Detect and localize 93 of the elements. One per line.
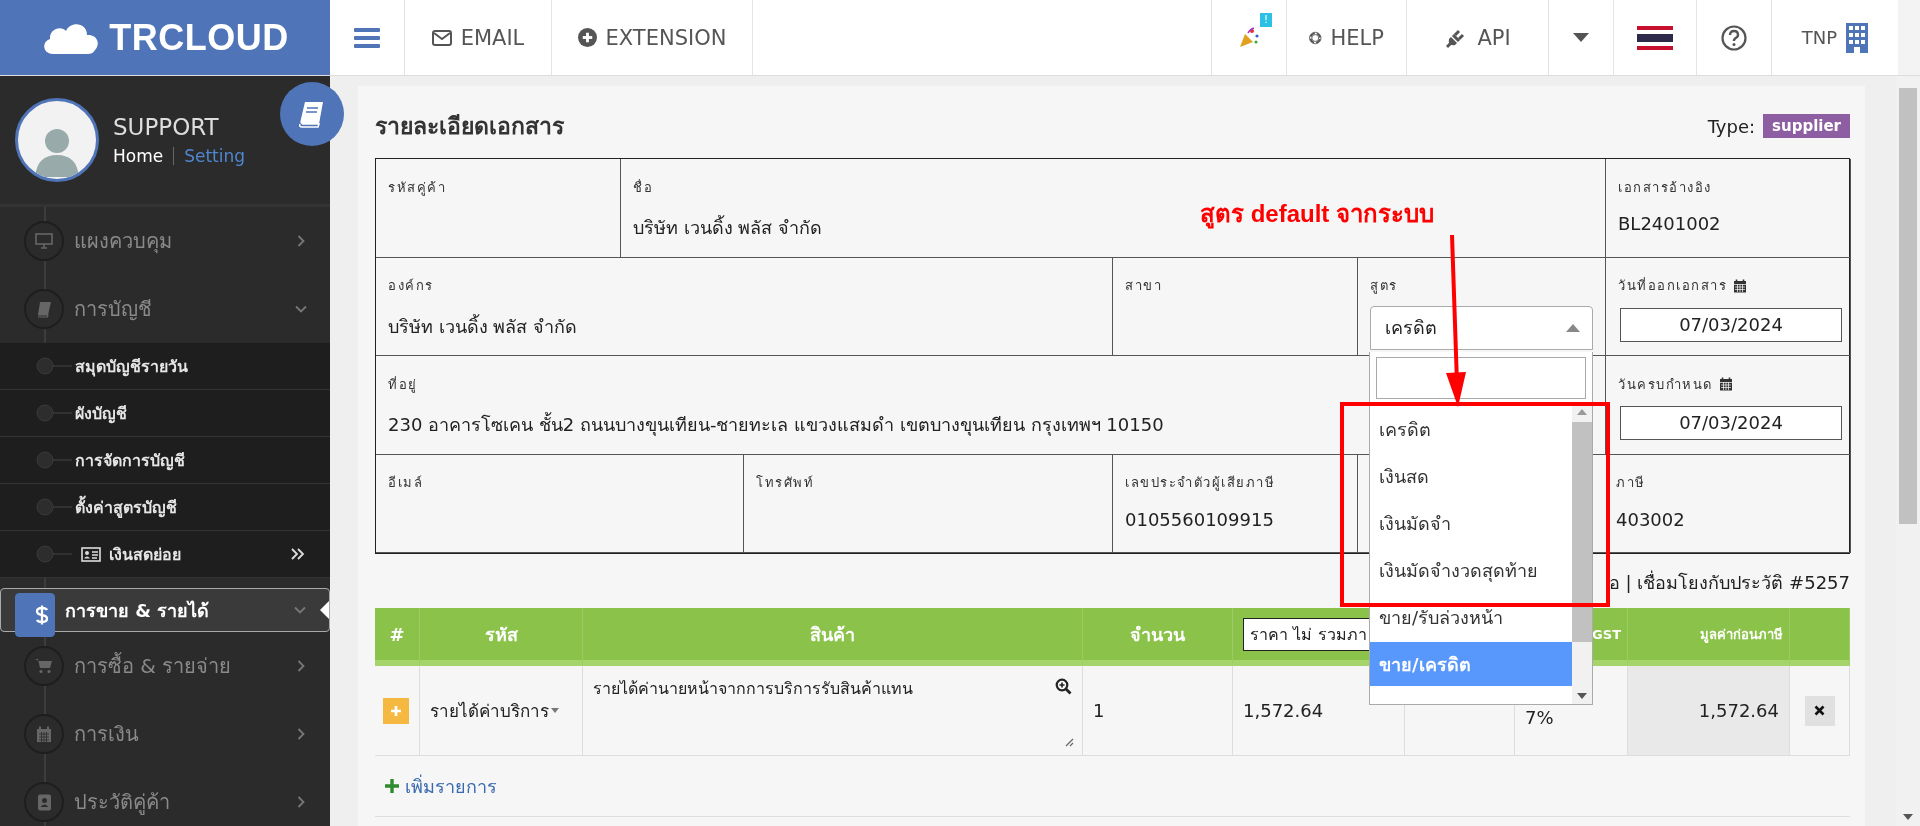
field-value: 0105560109915 [1125,508,1274,530]
history-link[interactable]: อ | เชื่อมโยงกับประวัติ #5257 [1608,568,1850,592]
field-label: ชื่อ [633,178,653,197]
date-field[interactable]: 07/03/2024 [1620,307,1842,342]
date-field[interactable]: 07/03/2024 [1620,406,1842,440]
profile-link[interactable]: Home [113,146,164,166]
field-label: โทรศัพท์ [756,474,814,492]
field-label: ที่อยู่ [388,375,418,395]
table-cell: 1 [1083,666,1233,756]
dropdown-option[interactable]: เงินมัดจำ [1370,501,1572,545]
scrollbar[interactable] [1898,0,1920,75]
building-icon [1846,22,1869,53]
field-value: 403002 [1616,508,1685,530]
type-label: Type: [1707,115,1756,137]
profile-link[interactable]: Setting [184,146,246,166]
submenu-item[interactable]: สมุดบัญชีรายวัน [0,343,330,390]
caret-icon [551,708,559,713]
dropdown-option[interactable]: เงินสด [1370,454,1572,498]
caret-icon [1566,323,1580,332]
submenu-item[interactable]: ตั้งค่าสูตรบัญชี [0,484,330,531]
field-label: อีเมล์ [388,474,423,492]
sidebar-item[interactable]: การเงิน [0,700,330,768]
dropdown-option[interactable]: เงินมัดจำงวดสุดท้าย [1370,548,1572,592]
table-cell: 1,572.64 [1628,666,1790,756]
field-value: บริษัท เวนดิ้ง พลัส จำกัด [388,313,578,339]
plus-circle-icon [577,28,597,47]
zoom-in-icon[interactable] [1055,678,1072,695]
plus-icon [385,779,399,793]
caret-icon [1903,814,1913,820]
scrollbar[interactable] [1572,404,1592,704]
field-label: วันครบกำหนด [1618,375,1713,394]
submenu-item[interactable]: การจัดการบัญชี [0,437,330,484]
column-header: รหัส [420,608,583,666]
sidebar-item[interactable]: การซื้อ & รายจ่าย [0,632,330,700]
flag-icon [1637,25,1673,50]
field-label: สาขา [1125,277,1162,295]
calendar-icon [1733,278,1747,293]
user-name: SUPPORT [113,114,220,140]
product-code-select[interactable]: รายได้ค่าบริการ [430,697,559,724]
field-value: บริษัท เวนดิ้ง พลัส จำกัด [633,214,823,240]
description-field[interactable]: รายได้ค่านายหน้าจากการบริการรับสินค้าแทน [593,676,913,701]
sidebar-item[interactable]: การบัญชี [0,275,330,343]
sidebar-item[interactable]: ประวัติคู่ค้า [0,768,330,826]
field-value: 230 อาคารโซเคน ชั้น2 ถนนบางขุนเทียน-ชายทะเล แขวงแสมดำ เขตบางขุนเทียน กรุงเทพฯ 10150 [388,411,1164,438]
menu-circle-icon [24,289,64,329]
menu-circle-icon [24,782,64,822]
column-header: สินค้า [583,608,1083,666]
field-label: รหัสคู่ค้า [388,178,446,198]
column-header: มูลค่าก่อนภาษี [1628,608,1790,666]
field-label: ภาษี [1616,474,1646,492]
bullet-icon [36,404,72,422]
notification-badge: ! [1260,13,1272,27]
column-header [1790,608,1850,666]
menu-icon [354,26,380,49]
menu-circle-icon [24,221,64,261]
help-icon [1721,24,1747,51]
bullet-icon [36,451,72,469]
menu-circle-icon [24,646,64,686]
annotation-text: สูตร default จากระบบ [1200,199,1434,231]
id-card-icon [81,546,101,562]
bullet-icon [36,498,72,516]
column-header: # [375,608,420,666]
calendar-icon [1718,377,1733,391]
field-label: เอกสารอ้างอิง [1618,178,1712,197]
field-label: องค์กร [388,277,434,295]
envelope-icon [431,29,452,46]
field-label: สูตร [1370,277,1398,296]
field-value: BL2401002 [1618,213,1721,234]
dropdown-option[interactable]: เครดิต [1370,407,1572,451]
menu-circle-icon [24,714,64,754]
plus-icon [390,704,402,717]
brand-name: TRCLOUD [109,16,289,59]
bullet-icon [36,357,72,375]
book-icon [299,100,325,128]
bullet-icon [36,545,72,563]
delete-button[interactable] [1804,695,1835,726]
submenu-item[interactable]: เงินสดย่อย [0,531,330,578]
type-badge: supplier [1763,114,1850,138]
caret-icon [1575,692,1589,700]
resize-grip-icon[interactable] [1064,737,1074,747]
formula-select[interactable]: เครดิต [1370,305,1593,350]
caret-icon [1575,408,1589,416]
party-popper-icon [1238,26,1260,49]
caret-icon [1573,33,1589,42]
field-label: วันที่ออกเอกสาร [1618,276,1727,295]
close-icon [1814,705,1825,716]
add-item-link[interactable]: เพิ่มรายการ [385,771,497,801]
field-label: เลขประจำตัวผู้เสียภาษี [1125,474,1275,493]
submenu-item[interactable]: ผังบัญชี [0,390,330,437]
column-header: จำนวน [1083,608,1233,666]
search-field[interactable] [1376,357,1586,399]
page-title: รายละเอียดเอกสาร [375,113,564,139]
sidebar-item[interactable]: แผงควบคุม [0,207,330,275]
